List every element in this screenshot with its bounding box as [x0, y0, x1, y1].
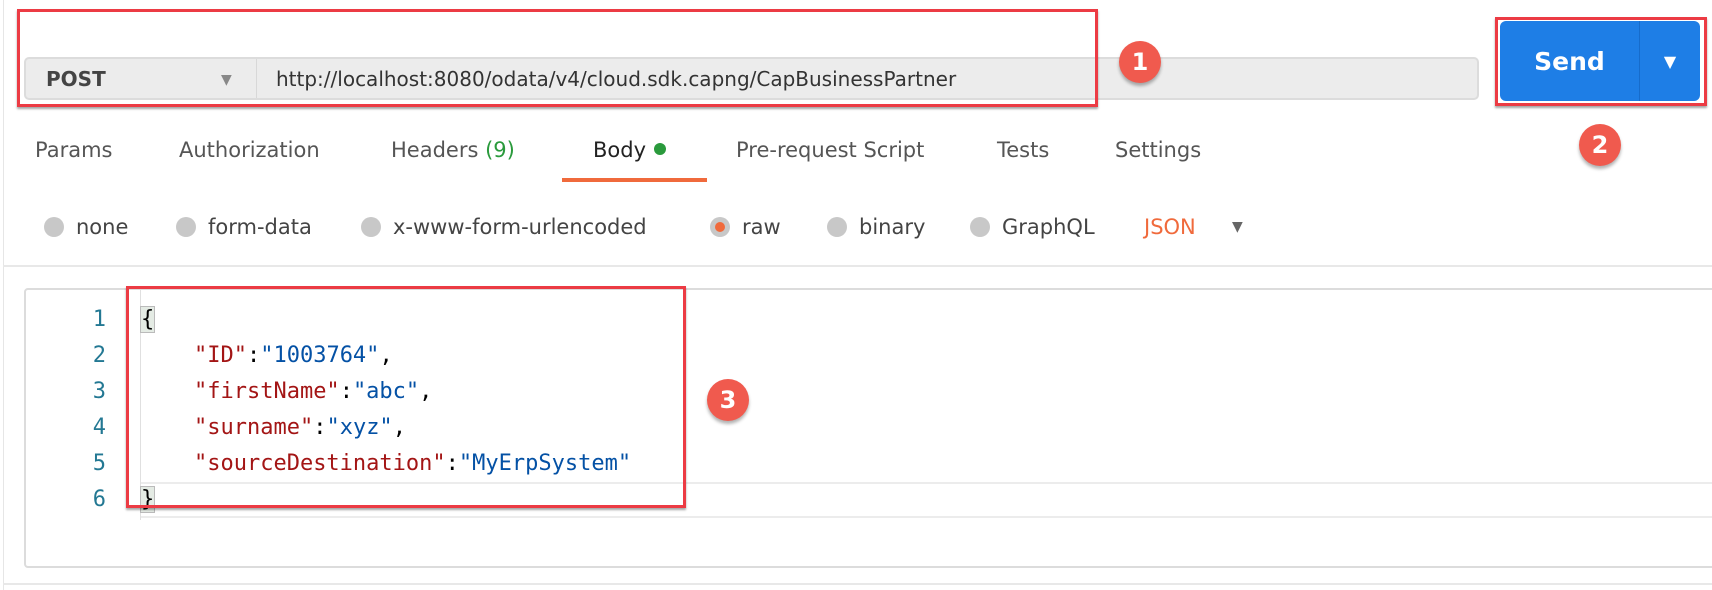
- tab-authorization[interactable]: Authorization: [179, 138, 320, 162]
- radio-label: raw: [742, 215, 781, 239]
- radio-label: x-www-form-urlencoded: [393, 215, 647, 239]
- radio-x-www-form-urlencoded[interactable]: x-www-form-urlencoded: [361, 215, 647, 239]
- tab-settings[interactable]: Settings: [1115, 138, 1201, 162]
- tab-pre-request-script[interactable]: Pre-request Script: [736, 138, 924, 162]
- annotation-box-2: [1495, 17, 1707, 106]
- tab-body-label: Body: [593, 138, 647, 162]
- body-status-dot-icon: [654, 143, 667, 155]
- tab-headers[interactable]: Headers (9): [391, 138, 515, 162]
- radio-graphql[interactable]: GraphQL: [970, 215, 1095, 239]
- line-number: 3: [92, 379, 106, 404]
- headers-count: (9): [485, 138, 515, 162]
- radio-label: none: [76, 215, 129, 239]
- radio-icon: [44, 217, 64, 237]
- radio-icon: [176, 217, 196, 237]
- annotation-badge-1: 1: [1119, 41, 1161, 83]
- line-numbers: 1 2 3 4 5 6: [26, 302, 106, 518]
- active-tab-indicator: [562, 178, 707, 182]
- radio-label: binary: [859, 215, 926, 239]
- tab-headers-label: Headers: [391, 138, 479, 162]
- radio-icon: [361, 217, 381, 237]
- line-number: 6: [92, 487, 106, 512]
- line-number: 4: [92, 415, 106, 440]
- radio-form-data[interactable]: form-data: [176, 215, 312, 239]
- divider: [3, 583, 1712, 585]
- annotation-box-3: [126, 286, 686, 508]
- radio-none[interactable]: none: [44, 215, 128, 239]
- line-number: 2: [92, 343, 106, 368]
- annotation-box-1: [17, 9, 1098, 107]
- tab-body[interactable]: Body: [593, 138, 667, 162]
- radio-label: GraphQL: [1002, 215, 1095, 239]
- left-border: [3, 0, 4, 590]
- line-number: 1: [92, 307, 106, 332]
- radio-binary[interactable]: binary: [827, 215, 925, 239]
- divider: [3, 265, 1712, 267]
- radio-icon: [970, 217, 990, 237]
- tab-tests[interactable]: Tests: [997, 138, 1049, 162]
- radio-selected-icon: [710, 217, 730, 237]
- radio-icon: [827, 217, 847, 237]
- tab-params[interactable]: Params: [35, 138, 113, 162]
- annotation-badge-2: 2: [1579, 124, 1621, 166]
- radio-raw[interactable]: raw: [710, 215, 781, 239]
- raw-format-select[interactable]: JSON: [1144, 215, 1196, 239]
- radio-label: form-data: [208, 215, 312, 239]
- caret-down-icon[interactable]: ▼: [1232, 219, 1243, 235]
- annotation-badge-3: 3: [707, 379, 749, 421]
- line-number: 5: [92, 451, 106, 476]
